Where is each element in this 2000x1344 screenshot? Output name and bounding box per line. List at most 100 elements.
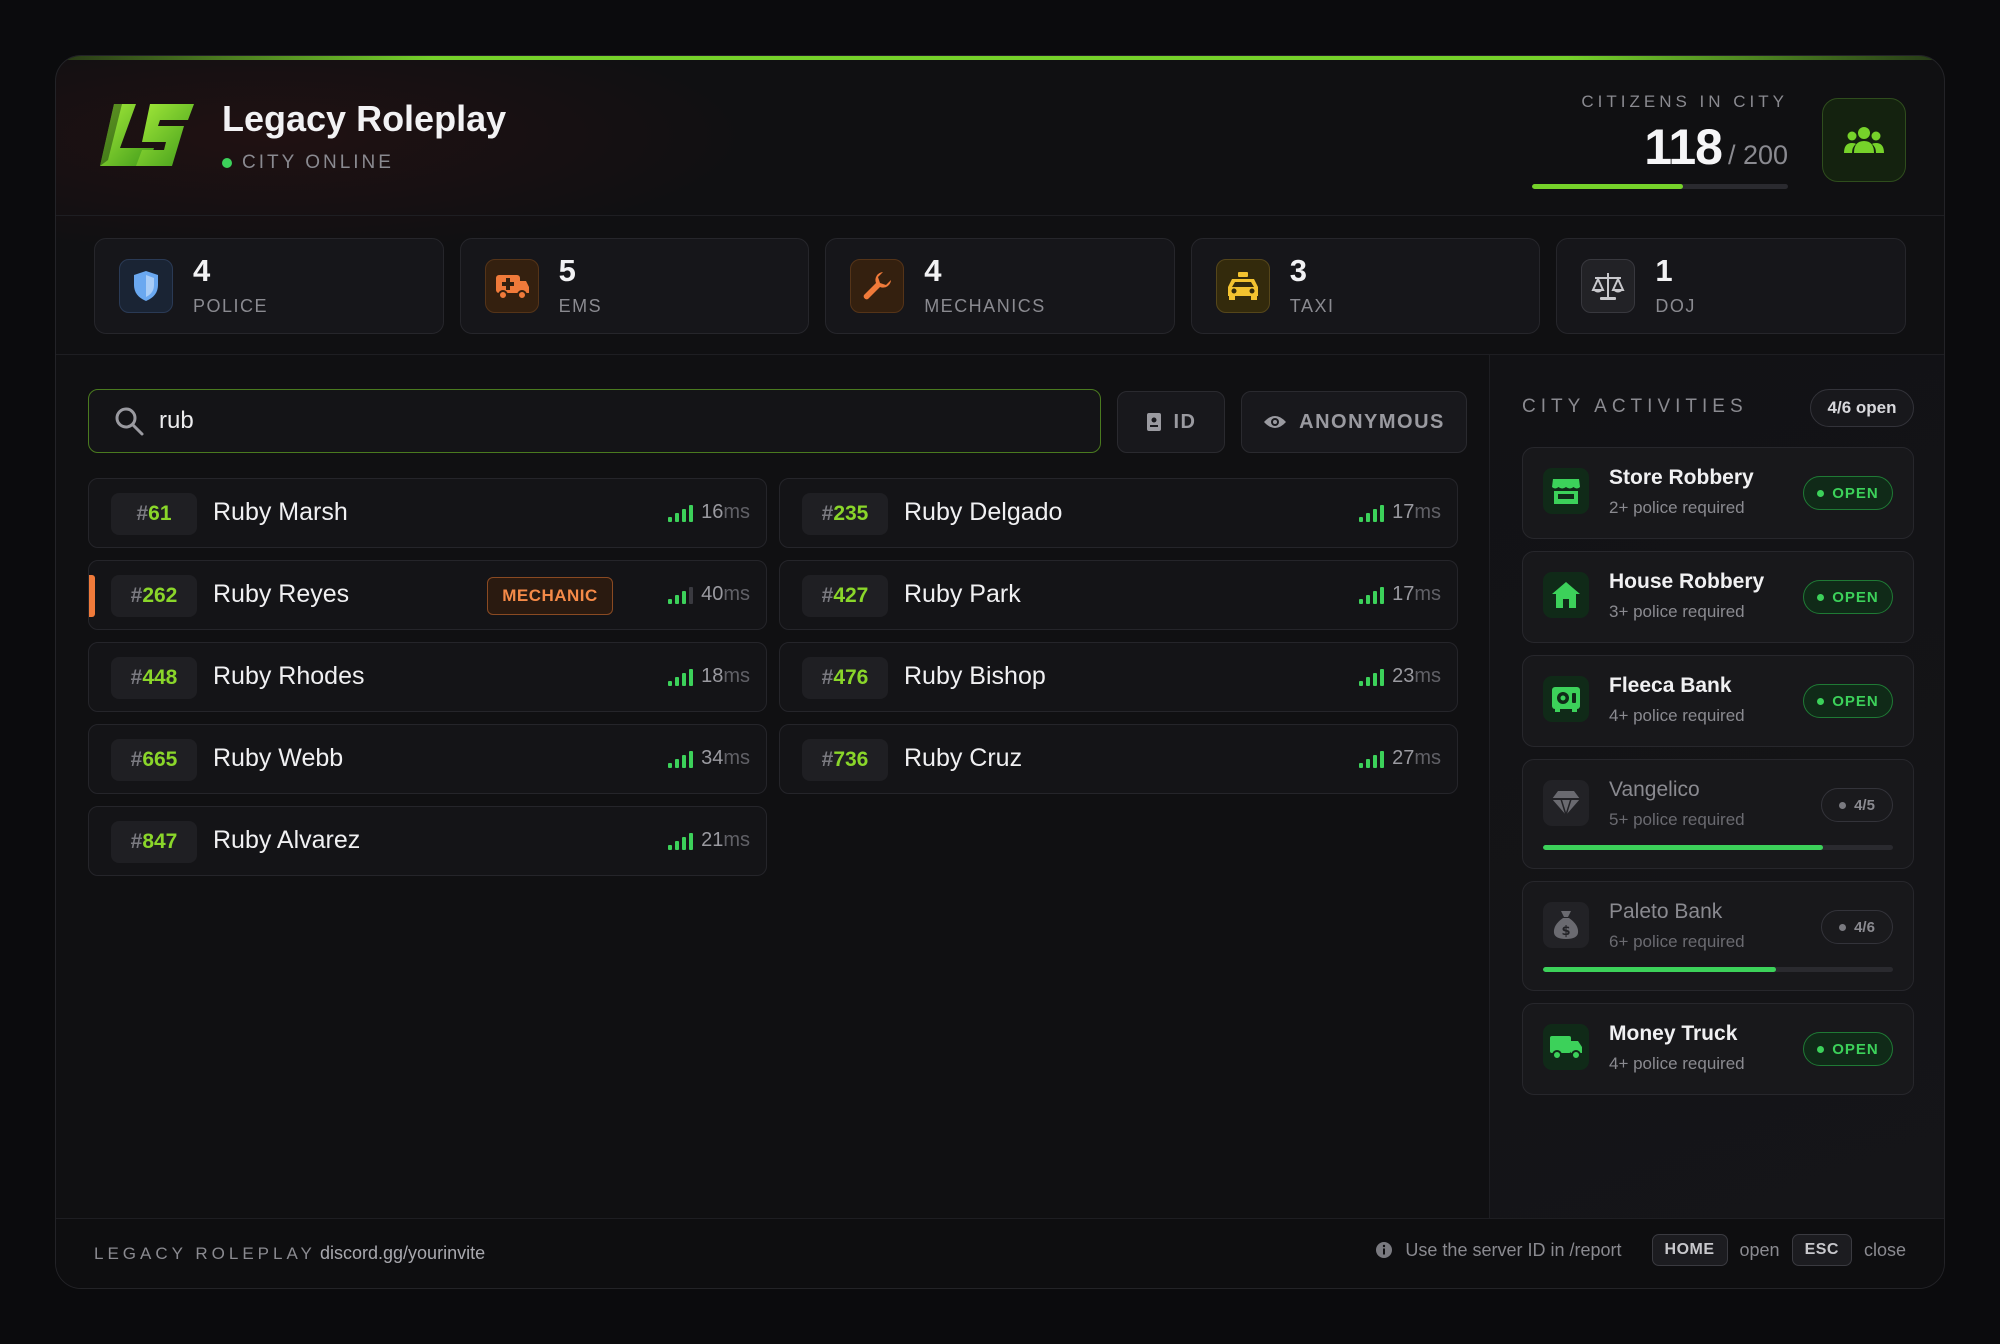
activity-progress-bar (1543, 845, 1893, 850)
player-row[interactable]: #448 Ruby Rhodes 18ms (88, 642, 767, 712)
scoreboard-panel: Legacy Roleplay CITY ONLINE CITIZENS IN … (55, 55, 1945, 1289)
activity-vangelico[interactable]: Vangelico 5+ police required 4/5 (1522, 759, 1914, 869)
activity-name: House Robbery (1609, 570, 1765, 593)
player-row[interactable]: #736 Ruby Cruz 27ms (779, 724, 1458, 794)
server-title: Legacy Roleplay (222, 98, 507, 139)
footer-hint-text: Use the server ID in /report (1405, 1239, 1622, 1260)
job-label: DOJ (1655, 296, 1696, 316)
id-filter-button[interactable]: ID (1117, 391, 1225, 453)
citizens-progress-bar (1532, 184, 1788, 189)
job-card-taxi: 3 TAXI (1190, 238, 1541, 334)
player-row[interactable]: #665 Ruby Webb 34ms (88, 724, 767, 794)
job-count: 1 (1655, 253, 1673, 288)
activity-house-robbery[interactable]: House Robbery 3+ police required OPEN (1522, 551, 1914, 643)
player-id: #665 (111, 739, 197, 781)
taxi-icon (1215, 259, 1270, 313)
server-logo-icon (96, 100, 196, 170)
player-id: #235 (802, 493, 888, 535)
citizens-count: 118 / 200 (1644, 118, 1788, 176)
player-row[interactable]: #476 Ruby Bishop 23ms (779, 642, 1458, 712)
activity-progress-bar (1543, 967, 1893, 972)
job-count: 3 (1289, 253, 1308, 288)
signal-icon (1359, 668, 1385, 686)
anonymous-label: ANONYMOUS (1299, 410, 1445, 433)
activity-money-truck[interactable]: Money Truck 4+ police required OPEN (1522, 1003, 1914, 1095)
activities-open-count: 4/6 open (1810, 389, 1914, 427)
activity-progress-fill (1543, 845, 1823, 850)
player-ping: 16ms (668, 501, 750, 524)
players-button[interactable] (1822, 98, 1906, 182)
player-name: Ruby Webb (213, 744, 344, 772)
footer-hints: Use the server ID in /report HOME open E… (1375, 1234, 1906, 1266)
job-card-mechanics: 4 MECHANICS (825, 238, 1175, 334)
player-ping: 17ms (1359, 583, 1441, 606)
job-stats: 4 POLICE 5 EMS 4 MECHANICS 3 TAXI 1 DOJ (94, 238, 1906, 334)
diamond-icon (1543, 780, 1589, 826)
citizens-current: 118 (1644, 119, 1723, 175)
player-row[interactable]: #847 Ruby Alvarez 21ms (88, 806, 767, 876)
money-bag-icon: $ (1543, 902, 1589, 948)
job-card-police: 4 POLICE (94, 238, 444, 334)
activity-name: Fleeca Bank (1609, 674, 1732, 697)
activity-paleto-bank[interactable]: $ Paleto Bank 6+ police required 4/6 (1522, 881, 1914, 991)
activity-name: Store Robbery (1609, 466, 1754, 489)
player-name: Ruby Cruz (904, 744, 1023, 772)
job-label: MECHANICS (924, 296, 1046, 316)
activity-requirement: 6+ police required (1609, 932, 1745, 951)
server-status-text: CITY ONLINE (242, 152, 394, 173)
signal-icon (668, 586, 694, 604)
player-id: #448 (111, 657, 197, 699)
footer-brand: LEGACY ROLEPLAY (94, 1244, 316, 1263)
activity-store-robbery[interactable]: Store Robbery 2+ police required OPEN (1522, 447, 1914, 539)
status-badge: OPEN (1803, 684, 1893, 718)
player-row[interactable]: #61 Ruby Marsh 16ms (88, 478, 767, 548)
player-ping: 21ms (668, 829, 750, 852)
job-card-doj: 1 DOJ (1556, 238, 1906, 334)
activity-name: Paleto Bank (1609, 900, 1723, 923)
signal-icon (668, 504, 694, 522)
status-badge: 4/5 (1821, 788, 1893, 822)
job-badge: MECHANIC (487, 577, 613, 615)
wrench-icon (850, 259, 905, 313)
activity-name: Vangelico (1609, 778, 1700, 801)
citizens-max: / 200 (1727, 140, 1788, 170)
activity-requirement: 5+ police required (1609, 810, 1745, 829)
player-ping: 23ms (1359, 665, 1441, 688)
activity-requirement: 4+ police required (1609, 1054, 1745, 1073)
status-badge: OPEN (1803, 476, 1893, 510)
player-id: #61 (111, 493, 197, 535)
ambulance-icon (484, 259, 539, 313)
player-row[interactable]: #427 Ruby Park 17ms (779, 560, 1458, 630)
anonymous-toggle-button[interactable]: ANONYMOUS (1241, 391, 1467, 453)
search-icon (115, 407, 144, 436)
online-dot-icon (222, 158, 232, 168)
divider (1489, 355, 1490, 1218)
citizens-label: CITIZENS IN CITY (1581, 92, 1788, 111)
activities-title: CITY ACTIVITIES (1522, 396, 1748, 417)
player-name: Ruby Reyes (213, 580, 350, 608)
eye-icon (1264, 416, 1287, 428)
player-id: #262 (111, 575, 197, 617)
activity-fleeca-bank[interactable]: Fleeca Bank 4+ police required OPEN (1522, 655, 1914, 747)
player-name: Ruby Alvarez (213, 826, 361, 854)
job-count: 4 (193, 253, 211, 288)
search-input[interactable]: rub (88, 389, 1101, 453)
activity-requirement: 4+ police required (1609, 706, 1745, 725)
shield-icon (119, 259, 173, 313)
signal-icon (668, 668, 694, 686)
activity-requirement: 2+ police required (1609, 498, 1745, 517)
activity-requirement: 3+ police required (1609, 602, 1745, 621)
player-row[interactable]: #235 Ruby Delgado 17ms (779, 478, 1458, 548)
job-label: TAXI (1289, 296, 1335, 316)
discord-link[interactable]: discord.gg/yourinvite (320, 1243, 485, 1264)
status-badge: OPEN (1803, 1032, 1893, 1066)
id-card-icon (1146, 413, 1161, 431)
player-ping: 34ms (668, 747, 750, 770)
signal-icon (668, 750, 694, 768)
footer: LEGACY ROLEPLAY discord.gg/yourinvite Us… (56, 1218, 1944, 1288)
signal-icon (1359, 586, 1385, 604)
job-accent-bar (89, 575, 95, 617)
player-id: #847 (111, 821, 197, 863)
player-row[interactable]: #262 Ruby Reyes MECHANIC 40ms (88, 560, 767, 630)
search-value[interactable]: rub (159, 407, 194, 435)
